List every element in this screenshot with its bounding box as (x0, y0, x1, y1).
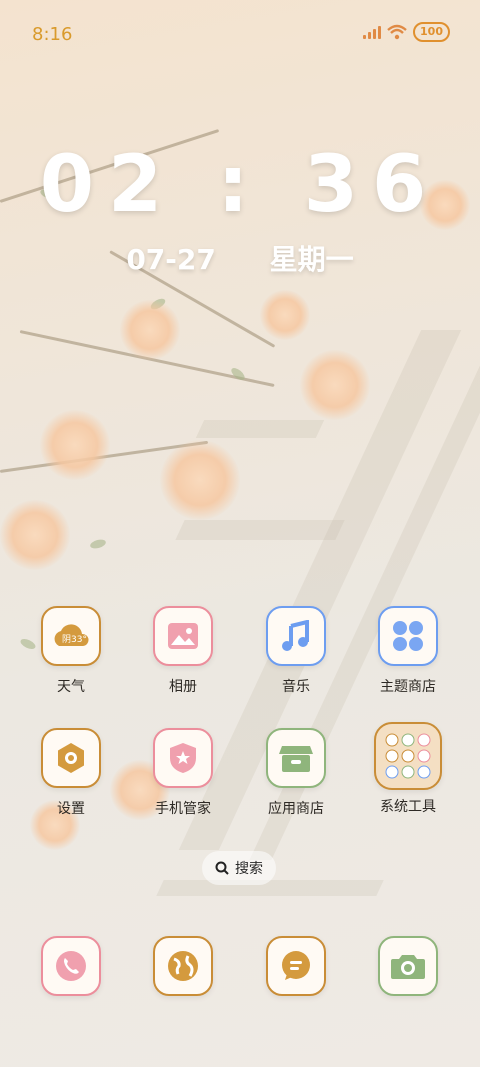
status-bar: 8:16 100 (0, 22, 480, 48)
dock-messages[interactable] (251, 936, 341, 996)
signal-icon (363, 25, 382, 39)
battery-icon: 100 (413, 22, 450, 42)
app-label: 手机管家 (155, 801, 211, 817)
app-settings[interactable]: 设置 (26, 728, 116, 818)
camera-icon (378, 936, 438, 996)
app-gallery[interactable]: 相册 (138, 606, 228, 696)
app-app-store[interactable]: 应用商店 (251, 728, 341, 818)
theme-grid-icon (378, 606, 438, 666)
search-icon (215, 861, 229, 875)
app-label: 天气 (57, 679, 85, 695)
app-music[interactable]: 音乐 (251, 606, 341, 696)
svg-text:阴33°: 阴33° (62, 634, 87, 645)
app-phone-manager[interactable]: 手机管家 (138, 728, 228, 818)
dock-camera[interactable] (363, 936, 453, 996)
settings-icon (41, 728, 101, 788)
dock-phone[interactable] (26, 936, 116, 996)
search-label: 搜索 (235, 861, 263, 877)
app-label: 相册 (169, 679, 197, 695)
clock-time[interactable]: 02 : 36 (0, 140, 480, 230)
shield-icon (153, 728, 213, 788)
weather-icon: 阴33° (41, 606, 101, 666)
folder-icon (374, 722, 442, 790)
search-button[interactable]: 搜索 (202, 851, 276, 885)
app-theme-store[interactable]: 主题商店 (363, 606, 453, 696)
dock-browser[interactable] (138, 936, 228, 996)
app-label: 设置 (57, 801, 85, 817)
globe-icon (153, 936, 213, 996)
date-text: 07-27 (126, 243, 216, 276)
phone-icon (41, 936, 101, 996)
folder-system-tools[interactable]: 系统工具 (363, 722, 453, 816)
app-label: 系统工具 (380, 799, 436, 815)
app-label: 主题商店 (380, 679, 436, 695)
app-label: 应用商店 (268, 801, 324, 817)
weekday-text: 星期一 (269, 243, 354, 276)
status-time: 8:16 (32, 24, 73, 45)
app-weather[interactable]: 阴33° 天气 (26, 606, 116, 696)
gallery-icon (153, 606, 213, 666)
wifi-icon (387, 24, 407, 40)
app-label: 音乐 (282, 679, 310, 695)
clock-date[interactable]: 07-27 星期一 (0, 238, 480, 278)
message-icon (266, 936, 326, 996)
store-icon (266, 728, 326, 788)
music-icon (266, 606, 326, 666)
